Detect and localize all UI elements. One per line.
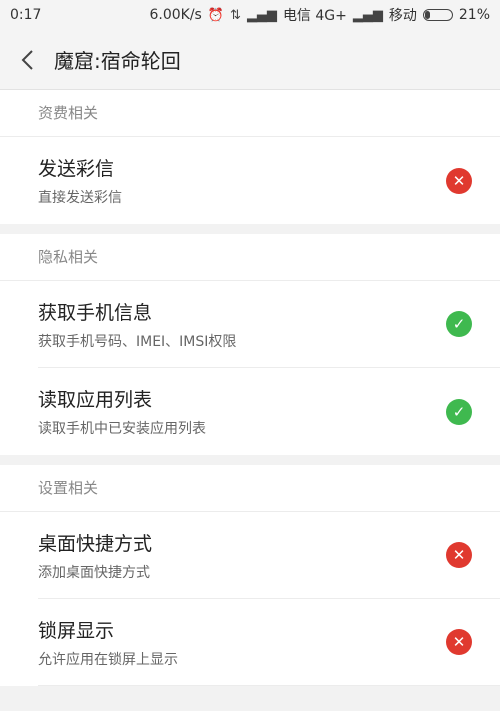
permission-title: 桌面快捷方式 <box>38 532 153 555</box>
permission-row-send-mms[interactable]: 发送彩信 直接发送彩信 ✕ <box>38 137 500 224</box>
permission-row-phone-info[interactable]: 获取手机信息 获取手机号码、IMEI、IMSI权限 ✓ <box>38 281 500 368</box>
deny-icon[interactable]: ✕ <box>446 542 472 568</box>
section-header: 设置相关 <box>0 465 500 512</box>
allow-icon[interactable]: ✓ <box>446 311 472 337</box>
page-title: 魔窟:宿命轮回 <box>54 49 181 73</box>
chevron-left-icon <box>21 49 33 70</box>
carrier-2: 移动 <box>388 8 417 24</box>
alarm-icon: ⏰ <box>207 7 225 23</box>
status-bar: 0:17 6.00K/s ⏰ ⇅ ▂▄▆ 电信 4G+ ▂▄▆ 移动 21% <box>0 0 500 30</box>
allow-icon[interactable]: ✓ <box>446 398 472 425</box>
permission-subtitle: 获取手机号码、IMEI、IMSI权限 <box>38 333 237 350</box>
battery-icon <box>422 9 453 21</box>
section-settings: 设置相关 桌面快捷方式 添加桌面快捷方式 ✕ 锁屏显示 允许应用在锁屏上显示 ✕ <box>0 465 500 686</box>
permission-title: 发送彩信 <box>38 158 115 180</box>
permission-subtitle: 添加桌面快捷方式 <box>38 564 150 581</box>
permission-title: 读取应用列表 <box>38 389 153 411</box>
permission-subtitle: 允许应用在锁屏上显示 <box>38 651 178 668</box>
network-speed: 6.00K/s <box>149 7 202 23</box>
deny-icon[interactable]: ✕ <box>446 167 472 194</box>
section-header: 隐私相关 <box>0 234 500 281</box>
section-privacy: 隐私相关 获取手机信息 获取手机号码、IMEI、IMSI权限 ✓ 读取应用列表 … <box>0 234 500 455</box>
section-header: 资费相关 <box>0 90 500 137</box>
permission-title: 获取手机信息 <box>38 301 153 324</box>
permission-subtitle: 读取手机中已安装应用列表 <box>38 421 206 437</box>
data-transfer-icon: ⇅ <box>230 7 241 23</box>
deny-icon[interactable]: ✕ <box>446 629 472 655</box>
permission-subtitle: 直接发送彩信 <box>38 190 122 206</box>
battery-level: 21% <box>458 7 490 23</box>
permission-row-app-list[interactable]: 读取应用列表 读取手机中已安装应用列表 ✓ <box>38 368 500 455</box>
permission-title: 锁屏显示 <box>38 619 115 642</box>
section-billing: 资费相关 发送彩信 直接发送彩信 ✕ <box>0 90 500 224</box>
back-button[interactable] <box>0 30 54 90</box>
permission-row-shortcut[interactable]: 桌面快捷方式 添加桌面快捷方式 ✕ <box>38 512 500 599</box>
signal-icon-2: ▂▄▆ <box>352 7 383 23</box>
signal-icon-1: ▂▄▆ <box>246 7 277 23</box>
status-time: 0:17 <box>10 7 42 23</box>
carrier-1: 电信 4G+ <box>282 8 347 24</box>
permission-row-lockscreen[interactable]: 锁屏显示 允许应用在锁屏上显示 ✕ <box>38 599 500 686</box>
title-bar: 魔窟:宿命轮回 <box>0 30 500 90</box>
status-right: 6.00K/s ⏰ ⇅ ▂▄▆ 电信 4G+ ▂▄▆ 移动 21% <box>149 5 490 25</box>
